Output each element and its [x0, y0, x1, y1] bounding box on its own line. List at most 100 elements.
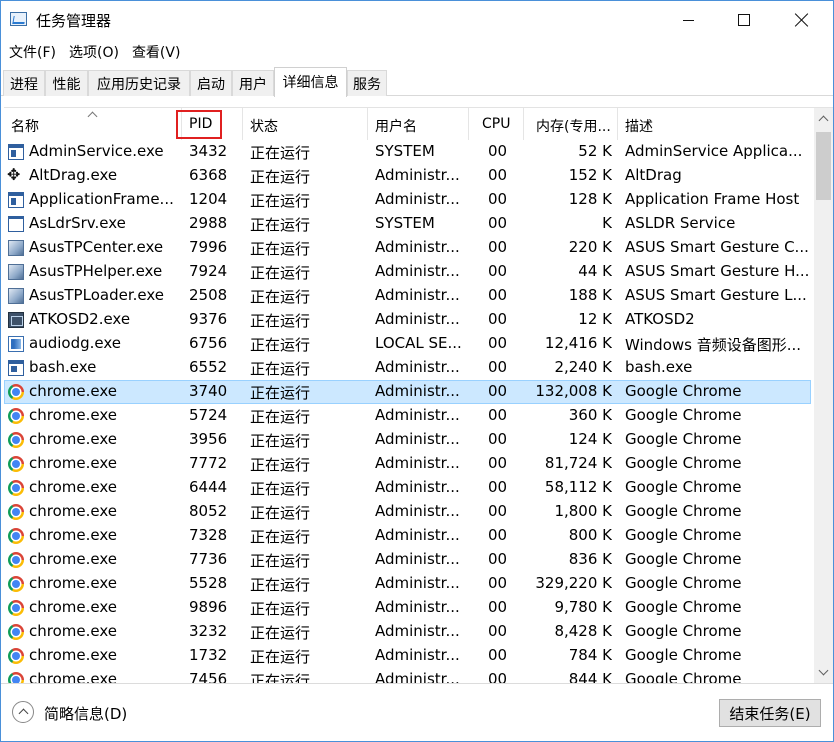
end-task-button[interactable]: 结束任务(E) — [719, 699, 821, 727]
table-row[interactable]: chrome.exe 9896 正在运行 Administr... 00 9,780 K G… — [4, 596, 811, 620]
vertical-scrollbar[interactable] — [814, 108, 833, 683]
table-row[interactable]: AsusTPLoader.exe 2508 正在运行 Administr... 00 18… — [4, 284, 811, 308]
table-row[interactable]: AsusTPCenter.exe 7996 正在运行 Administr... 00 22… — [4, 236, 811, 260]
tab-app-history[interactable]: 应用历史记录 — [88, 70, 190, 96]
scroll-thumb[interactable] — [816, 132, 831, 200]
table-row[interactable]: ApplicationFrame... 1204 正在运行 Administr... 0… — [4, 188, 811, 212]
process-name: chrome.exe — [29, 550, 117, 568]
process-pid: 6444 — [189, 478, 228, 496]
chrome-icon — [8, 432, 24, 448]
process-description: ASUS Smart Gesture C... — [625, 238, 809, 256]
process-pid: 7772 — [189, 454, 228, 472]
process-cpu: 00 — [488, 454, 508, 472]
process-description: ATKOSD2 — [625, 310, 695, 328]
table-row[interactable]: chrome.exe 8052 正在运行 Administr... 00 1,800 K G… — [4, 500, 811, 524]
table-row[interactable]: chrome.exe 1732 正在运行 Administr... 00 784 K Goo… — [4, 644, 811, 668]
column-header-name[interactable]: 名称 — [4, 108, 182, 140]
table-row[interactable]: audiodg.exe 6756 正在运行 LOCAL SE... 00 12,416 K… — [4, 332, 811, 356]
chevron-up-icon[interactable] — [12, 701, 34, 723]
table-row[interactable]: chrome.exe 6444 正在运行 Administr... 00 58,112 K… — [4, 476, 811, 500]
chrome-icon — [8, 672, 24, 683]
process-description: Application Frame Host — [625, 190, 800, 208]
table-row[interactable]: chrome.exe 7456 正在运行 Administr... 00 844 K Goo… — [4, 668, 811, 683]
menu-bar: 文件(F) 选项(O) 查看(V) — [1, 39, 833, 65]
close-button[interactable] — [779, 1, 825, 39]
process-pid: 3232 — [189, 622, 228, 640]
column-header-cpu[interactable]: CPU — [469, 108, 524, 140]
process-cpu: 00 — [488, 406, 508, 424]
column-header-description[interactable]: 描述 — [618, 108, 811, 140]
table-row[interactable]: chrome.exe 3232 正在运行 Administr... 00 8,428 K G… — [4, 620, 811, 644]
tab-services[interactable]: 服务 — [347, 70, 387, 96]
process-name: chrome.exe — [29, 622, 117, 640]
process-memory: 124 K — [568, 430, 612, 448]
process-memory: 52 K — [578, 142, 612, 160]
process-description: Google Chrome — [625, 478, 742, 496]
table-row[interactable]: chrome.exe 5528 正在运行 Administr... 00 329,220 … — [4, 572, 811, 596]
menu-file[interactable]: 文件(F) — [3, 39, 63, 65]
scroll-down-icon[interactable] — [814, 664, 833, 683]
table-row[interactable]: AdminService.exe 3432 正在运行 SYSTEM 00 52 K Admi… — [4, 140, 811, 164]
process-status: 正在运行 — [250, 672, 311, 683]
table-row[interactable]: AsLdrSrv.exe 2988 正在运行 SYSTEM 00 K ASLDR Servi… — [4, 212, 811, 236]
column-header-memory[interactable]: 内存(专用... — [524, 108, 618, 140]
process-status: 正在运行 — [250, 504, 311, 522]
asus-icon — [8, 288, 24, 304]
table-row[interactable]: ATKOSD2.exe 9376 正在运行 Administr... 00 12 K ATK… — [4, 308, 811, 332]
process-status: 正在运行 — [250, 144, 311, 162]
table-row[interactable]: bash.exe 6552 正在运行 Administr... 00 2,240 K bas… — [4, 356, 811, 380]
table-row[interactable]: AsusTPHelper.exe 7924 正在运行 Administr... 00 44… — [4, 260, 811, 284]
column-header-name-label: 名称 — [11, 119, 39, 135]
table-row[interactable]: AltDrag.exe 6368 正在运行 Administr... 00 152 K Al… — [4, 164, 811, 188]
column-header-status[interactable]: 状态 — [243, 108, 368, 140]
menu-options[interactable]: 选项(O) — [63, 39, 126, 65]
process-status: 正在运行 — [250, 384, 311, 402]
table-row[interactable]: chrome.exe 3740 正在运行 Administr... 00 132,008 … — [4, 380, 811, 404]
process-cpu: 00 — [488, 622, 508, 640]
process-status: 正在运行 — [250, 624, 311, 642]
bash-icon — [8, 360, 24, 376]
process-pid: 7736 — [189, 550, 228, 568]
process-cpu: 00 — [488, 286, 508, 304]
process-pid: 1204 — [189, 190, 228, 208]
process-pid: 6368 — [189, 166, 228, 184]
tab-startup[interactable]: 启动 — [190, 70, 232, 96]
chrome-icon — [8, 552, 24, 568]
chrome-icon — [8, 528, 24, 544]
table-row[interactable]: chrome.exe 3956 正在运行 Administr... 00 124 K Goo… — [4, 428, 811, 452]
fewer-details-link[interactable]: 简略信息(D) — [44, 703, 127, 724]
tab-users[interactable]: 用户 — [232, 70, 274, 96]
table-row[interactable]: chrome.exe 5724 正在运行 Administr... 00 360 K Goo… — [4, 404, 811, 428]
tab-processes[interactable]: 进程 — [3, 70, 45, 96]
title-bar[interactable]: 任务管理器 — [1, 1, 833, 39]
process-name: AltDrag.exe — [29, 166, 118, 184]
tab-performance[interactable]: 性能 — [45, 70, 88, 96]
process-user: Administr... — [375, 286, 460, 304]
menu-view[interactable]: 查看(V) — [126, 39, 188, 65]
minimize-icon — [682, 19, 694, 21]
table-row[interactable]: chrome.exe 7328 正在运行 Administr... 00 800 K Goo… — [4, 524, 811, 548]
process-pid: 3956 — [189, 430, 228, 448]
process-user: Administr... — [375, 262, 460, 280]
table-row[interactable]: chrome.exe 7736 正在运行 Administr... 00 836 K Goo… — [4, 548, 811, 572]
asus-icon — [8, 264, 24, 280]
process-description: Google Chrome — [625, 574, 742, 592]
process-pid: 1732 — [189, 646, 228, 664]
process-name: ATKOSD2.exe — [29, 310, 131, 328]
table-row[interactable]: chrome.exe 7772 正在运行 Administr... 00 81,724 K… — [4, 452, 811, 476]
column-header-pid[interactable]: PID — [182, 108, 243, 140]
tab-details[interactable]: 详细信息 — [274, 67, 347, 97]
sort-ascending-icon — [89, 110, 97, 118]
process-description: ASUS Smart Gesture L... — [625, 286, 807, 304]
window-title: 任务管理器 — [36, 12, 112, 30]
process-memory: 9,780 K — [554, 598, 612, 616]
column-header-status-label: 状态 — [250, 119, 278, 135]
column-header-user[interactable]: 用户名 — [368, 108, 469, 140]
process-status: 正在运行 — [250, 192, 311, 210]
minimize-button[interactable] — [665, 1, 711, 39]
scroll-up-icon[interactable] — [814, 108, 833, 128]
process-name: chrome.exe — [29, 526, 117, 544]
process-description: Google Chrome — [625, 526, 742, 544]
maximize-button[interactable] — [721, 1, 767, 39]
process-description: Google Chrome — [625, 646, 742, 664]
